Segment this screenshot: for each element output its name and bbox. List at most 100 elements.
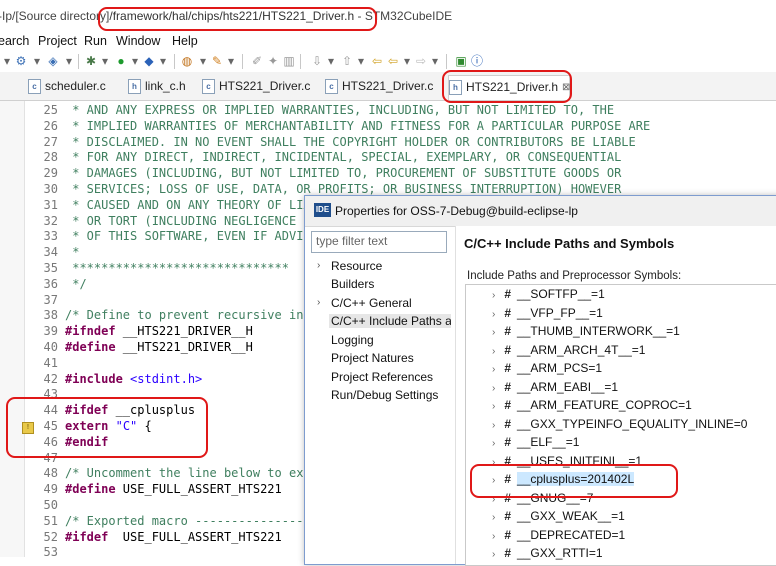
menu-window[interactable]: Window xyxy=(116,34,160,48)
menu-help[interactable]: Help xyxy=(172,34,198,48)
edit-icon[interactable]: ✐ xyxy=(250,54,264,68)
chevron-right-icon[interactable]: › xyxy=(317,297,320,308)
run-icon[interactable]: ● xyxy=(114,54,128,68)
code-line: * OF THIS SOFTWARE, EVEN IF ADVI xyxy=(65,229,304,244)
code-line: #ifndef __HTS221_DRIVER__H xyxy=(65,324,253,339)
dropdown-arrow-icon[interactable]: ▾ xyxy=(98,54,112,68)
menu-run[interactable]: Run xyxy=(84,34,107,48)
symbol-tree[interactable]: › # __SOFTFP__=1 › # __VFP_FP__=1 › # __THUMB_IN… xyxy=(465,284,776,566)
nav-project-natures[interactable]: Project Natures xyxy=(331,351,414,365)
h-file-icon: h xyxy=(128,78,141,94)
macro-icon: # xyxy=(504,398,512,412)
chevron-right-icon[interactable]: › xyxy=(492,512,495,523)
nav-builders[interactable]: Builders xyxy=(331,277,374,291)
dropdown-arrow-icon[interactable]: ▾ xyxy=(428,54,442,68)
next-annotation-icon[interactable]: ⇩ xyxy=(310,54,324,68)
symbol-item[interactable]: › # __ARM_PCS=1 xyxy=(492,361,602,375)
tab-hts221-driver-c-2[interactable]: c HTS221_Driver.c xyxy=(325,75,433,99)
dropdown-arrow-icon[interactable]: ▾ xyxy=(30,54,44,68)
symbol-item[interactable]: › # __VFP_FP__=1 xyxy=(492,306,603,320)
dropdown-arrow-icon[interactable]: ▾ xyxy=(400,54,414,68)
search-icon[interactable]: ✎ xyxy=(210,54,224,68)
dropdown-arrow-icon[interactable]: ▾ xyxy=(128,54,142,68)
dropdown-arrow-icon[interactable]: ▾ xyxy=(224,54,238,68)
code-line: #define USE_FULL_ASSERT_HTS221 xyxy=(65,482,282,497)
symbol-item[interactable]: › # __GXX_TYPEINFO_EQUALITY_INLINE=0 xyxy=(492,417,747,431)
chevron-right-icon[interactable]: › xyxy=(492,327,495,338)
tab-scheduler-c[interactable]: c scheduler.c xyxy=(28,75,124,99)
nav-run-debug-settings[interactable]: Run/Debug Settings xyxy=(331,388,438,402)
tab-link-c-h[interactable]: h link_c.h xyxy=(128,75,198,99)
line-number: 38 xyxy=(43,308,58,323)
nav-logging[interactable]: Logging xyxy=(331,333,374,347)
symbol-item[interactable]: › # __ARM_ARCH_4T__=1 xyxy=(492,343,645,357)
chevron-right-icon[interactable]: › xyxy=(492,531,495,542)
line-number: 52 xyxy=(43,529,58,544)
symbol-item[interactable]: › # __SOFTFP__=1 xyxy=(492,287,605,301)
code-line: #define __HTS221_DRIVER__H xyxy=(65,340,253,354)
dropdown-arrow-icon[interactable]: ▾ xyxy=(156,54,170,68)
chevron-right-icon[interactable]: › xyxy=(492,401,495,412)
nav-resource[interactable]: Resource xyxy=(331,259,382,273)
symbol-label: __ARM_EABI__=1 xyxy=(517,379,619,394)
new-class-icon[interactable]: ◈ xyxy=(46,54,60,68)
info-icon[interactable]: ⓘ xyxy=(470,54,484,68)
chevron-right-icon[interactable]: › xyxy=(492,346,495,357)
forward-icon[interactable]: ⇨ xyxy=(414,54,428,68)
symbol-item[interactable]: › # __DEPRECATED=1 xyxy=(492,528,625,542)
nav-c-cpp-general[interactable]: C/C++ General xyxy=(331,296,412,310)
chevron-right-icon[interactable]: › xyxy=(492,438,495,449)
last-edit-icon[interactable]: ⇦ xyxy=(370,54,384,68)
symbol-item[interactable]: › # __ELF__=1 xyxy=(492,435,579,449)
filter-input[interactable] xyxy=(312,232,446,250)
code-line: * OR TORT (INCLUDING NEGLIGENCE xyxy=(65,213,297,228)
page-heading: C/C++ Include Paths and Symbols xyxy=(464,236,675,251)
build-icon[interactable]: ⚙ xyxy=(14,54,28,68)
filter-box[interactable] xyxy=(311,231,447,253)
code-line: /* Uncomment the line below to exp xyxy=(65,466,311,481)
toolbar: ▾ ⚙ ▾ ◈ ▾ ✱ ▾ ● ▾ ◆ ▾ ◍ ▾ ✎ ▾ ✐ ✦ ▥ ⇩ ▾ … xyxy=(0,52,776,73)
line-number: 39 xyxy=(43,324,58,339)
nav-project-references[interactable]: Project References xyxy=(331,370,433,384)
dropdown-arrow-icon[interactable]: ▾ xyxy=(324,54,338,68)
line-number: 48 xyxy=(43,466,58,481)
symbol-item[interactable]: › # __GXX_RTTI=1 xyxy=(492,546,603,560)
debug-icon[interactable]: ✱ xyxy=(84,54,98,68)
chevron-right-icon[interactable]: › xyxy=(492,549,495,560)
open-type-icon[interactable]: ◍ xyxy=(180,54,194,68)
menu-search[interactable]: earch xyxy=(0,34,29,48)
line-number: 36 xyxy=(43,276,58,291)
line-number: 37 xyxy=(43,292,58,307)
symbol-item[interactable]: › # __GXX_WEAK__=1 xyxy=(492,509,625,523)
chevron-right-icon[interactable]: › xyxy=(492,383,495,394)
chevron-right-icon[interactable]: › xyxy=(492,309,495,320)
open-perspective-icon[interactable]: ▣ xyxy=(454,54,468,68)
code-line: * SERVICES; LOSS OF USE, DATA, OR PROFIT… xyxy=(65,182,622,196)
external-tools-icon[interactable]: ◆ xyxy=(142,54,156,68)
chevron-right-icon[interactable]: › xyxy=(492,364,495,375)
mark-icon[interactable]: ✦ xyxy=(266,54,280,68)
chevron-right-icon[interactable]: › xyxy=(317,260,320,271)
dropdown-arrow-icon[interactable]: ▾ xyxy=(62,54,76,68)
line-number: 53 xyxy=(43,545,58,560)
dropdown-arrow-icon[interactable]: ▾ xyxy=(0,54,14,68)
nav-include-paths[interactable]: C/C++ Include Paths a xyxy=(329,314,451,328)
editor-tab-bar: c scheduler.c h link_c.h c HTS221_Driver.c … xyxy=(0,72,776,101)
symbol-label: __THUMB_INTERWORK__=1 xyxy=(517,324,680,338)
chevron-right-icon[interactable]: › xyxy=(492,290,495,301)
line-number: 50 xyxy=(43,498,58,512)
back-icon[interactable]: ⇦ xyxy=(386,54,400,68)
dropdown-arrow-icon[interactable]: ▾ xyxy=(196,54,210,68)
code-line: * CAUSED AND ON ANY THEORY OF LIA xyxy=(65,197,311,212)
tab-hts221-driver-c[interactable]: c HTS221_Driver.c xyxy=(202,75,310,99)
symbol-item[interactable]: › # __ARM_FEATURE_COPROC=1 xyxy=(492,398,692,412)
prev-annotation-icon[interactable]: ⇧ xyxy=(340,54,354,68)
chevron-right-icon[interactable]: › xyxy=(492,420,495,431)
symbol-item[interactable]: › # __ARM_EABI__=1 xyxy=(492,380,618,394)
annotation-icon[interactable]: ▥ xyxy=(282,54,296,68)
code-line: * AND ANY EXPRESS OR IMPLIED WARRANTIES,… xyxy=(65,103,615,117)
c-file-icon: c xyxy=(325,78,338,94)
dropdown-arrow-icon[interactable]: ▾ xyxy=(354,54,368,68)
menu-project[interactable]: Project xyxy=(38,34,77,48)
symbol-item[interactable]: › # __THUMB_INTERWORK__=1 xyxy=(492,324,680,338)
